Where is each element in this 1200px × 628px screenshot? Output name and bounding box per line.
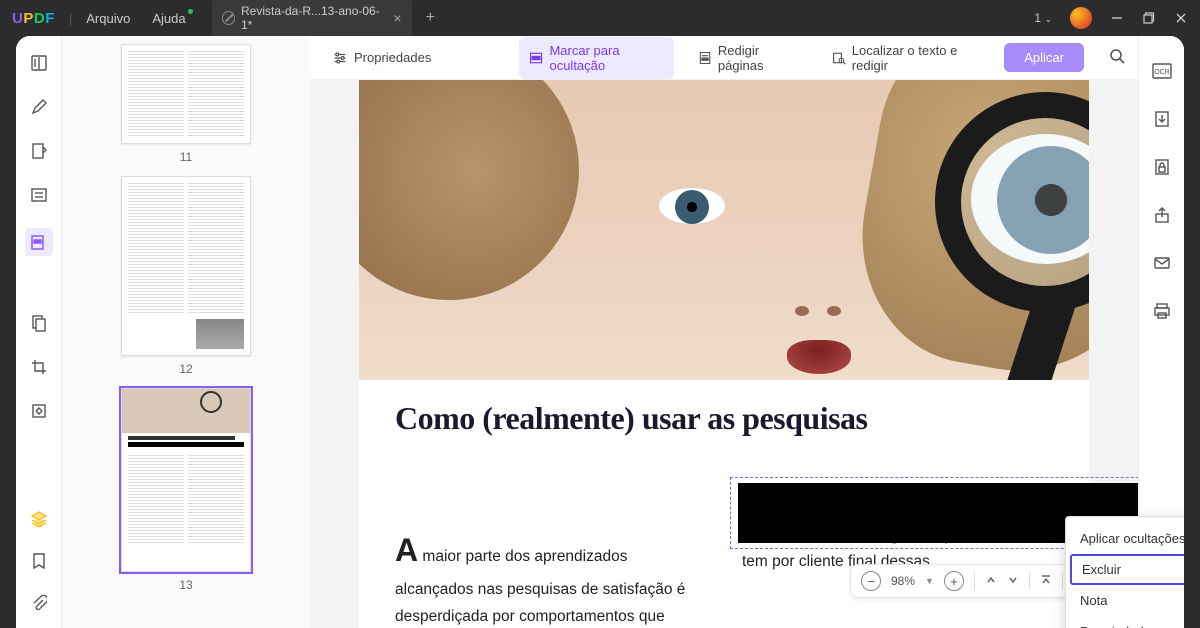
tab-close-icon[interactable]: × [393, 10, 401, 26]
search-redact-icon [832, 50, 846, 66]
reader-mode-icon[interactable] [28, 52, 50, 74]
ocr-icon[interactable]: OCR [1151, 60, 1173, 82]
ctx-note[interactable]: Nota [1066, 585, 1184, 616]
redact-pages-button[interactable]: Redigir páginas [688, 37, 808, 79]
ctx-delete[interactable]: ExcluirDel [1070, 554, 1184, 585]
next-page-button[interactable] [1007, 574, 1019, 589]
menu-help[interactable]: Ajuda [152, 11, 185, 26]
thumb-label: 11 [180, 150, 192, 164]
menu-file[interactable]: Arquivo [86, 11, 130, 26]
article-col1: A maior parte dos aprendizados alcançado… [395, 523, 706, 628]
avatar[interactable] [1070, 7, 1092, 29]
user-count[interactable]: 1 ⌄ [1034, 11, 1052, 25]
layers-icon[interactable] [28, 508, 50, 530]
tab-title: Revista-da-R...13-ano-06-1* [241, 4, 383, 32]
zoom-dropdown-icon[interactable]: ▼ [925, 576, 934, 586]
article-title: Como (realmente) usar as pesquisas [395, 400, 1053, 437]
thumb-label: 12 [179, 362, 192, 376]
close-icon[interactable] [1174, 11, 1188, 25]
app-frame: 11 12 13 [16, 36, 1184, 628]
thumbnail-page-11[interactable] [121, 44, 251, 144]
prev-page-button[interactable] [985, 574, 997, 589]
attachment-icon[interactable] [28, 592, 50, 614]
zoom-value[interactable]: 98% [891, 574, 915, 588]
email-icon[interactable] [1151, 252, 1173, 274]
crop-tool-icon[interactable] [28, 356, 50, 378]
find-redact-button[interactable]: Localizar o texto e redigir [822, 37, 991, 79]
mark-redaction-button[interactable]: Marcar para ocultação [519, 37, 673, 79]
redact-tool-icon[interactable] [25, 228, 53, 256]
thumb-label: 13 [179, 578, 192, 592]
edit-tool-icon[interactable] [28, 140, 50, 162]
new-tab-button[interactable]: + [426, 9, 435, 27]
comment-tool-icon[interactable] [28, 96, 50, 118]
convert-icon[interactable] [1151, 108, 1173, 130]
thumbnail-panel[interactable]: 11 12 13 [62, 36, 310, 628]
minimize-icon[interactable] [1110, 11, 1124, 25]
mark-redact-icon [529, 50, 543, 66]
document-tab[interactable]: Revista-da-R...13-ano-06-1* × [212, 0, 412, 38]
protect-icon[interactable] [1151, 156, 1173, 178]
form-tool-icon[interactable] [28, 184, 50, 206]
print-icon[interactable] [1151, 300, 1173, 322]
jump-top-button[interactable] [1040, 574, 1052, 589]
zoom-toolbar: − 98% ▼ + × [850, 564, 1093, 598]
tab-doc-icon [222, 11, 235, 25]
bookmark-icon[interactable] [28, 550, 50, 572]
content-area: Propriedades Marcar para ocultação Redig… [310, 36, 1138, 628]
hero-image [359, 80, 1089, 380]
sliders-icon [332, 50, 348, 66]
maximize-icon[interactable] [1142, 11, 1156, 25]
titlebar: UPDF | Arquivo Ajuda Revista-da-R...13-a… [0, 0, 1200, 36]
ctx-properties[interactable]: Propriedades... [1066, 616, 1184, 628]
zoom-in-button[interactable]: + [944, 571, 964, 591]
properties-button[interactable]: Propriedades [322, 44, 441, 72]
app-logo: UPDF [12, 10, 55, 27]
left-tool-rail [16, 36, 62, 628]
ctx-apply-redactions[interactable]: Aplicar ocultações [1066, 523, 1184, 554]
search-icon[interactable] [1108, 47, 1126, 68]
organize-pages-icon[interactable] [28, 312, 50, 334]
redact-toolbar: Propriedades Marcar para ocultação Redig… [310, 36, 1138, 80]
share-icon[interactable] [1151, 204, 1173, 226]
thumbnail-page-12[interactable] [121, 176, 251, 356]
context-menu: Aplicar ocultações ExcluirDel Nota Propr… [1065, 516, 1184, 628]
compress-tool-icon[interactable] [28, 400, 50, 422]
svg-text:OCR: OCR [1154, 69, 1170, 76]
zoom-out-button[interactable]: − [861, 571, 881, 591]
apply-button[interactable]: Aplicar [1004, 43, 1084, 72]
redact-page-icon [698, 50, 712, 66]
thumbnail-page-13[interactable] [121, 388, 251, 572]
